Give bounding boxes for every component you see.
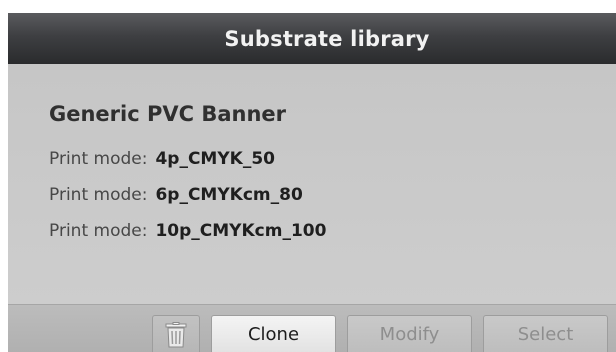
select-button[interactable]: Select xyxy=(483,315,608,352)
print-mode-value: 10p_CMYKcm_100 xyxy=(155,221,327,241)
title-bar: Substrate library xyxy=(8,13,616,64)
trash-icon xyxy=(165,321,187,347)
substrate-details: Generic PVC Banner Print mode: 4p_CMYK_50… xyxy=(8,64,616,304)
print-mode-label: Print mode: xyxy=(49,221,148,241)
modify-button[interactable]: Modify xyxy=(347,315,472,352)
clone-button[interactable]: Clone xyxy=(211,315,336,352)
substrate-library-screen: Substrate library Generic PVC Banner Pri… xyxy=(8,13,616,352)
action-bar: Clone Modify Select xyxy=(8,304,616,352)
print-mode-row: Print mode: 10p_CMYKcm_100 xyxy=(49,221,326,241)
print-mode-row: Print mode: 6p_CMYKcm_80 xyxy=(49,185,303,205)
print-mode-value: 6p_CMYKcm_80 xyxy=(155,185,303,205)
print-mode-label: Print mode: xyxy=(49,185,148,205)
substrate-name: Generic PVC Banner xyxy=(49,102,287,126)
print-mode-value: 4p_CMYK_50 xyxy=(155,149,275,169)
delete-button[interactable] xyxy=(152,315,200,352)
print-mode-row: Print mode: 4p_CMYK_50 xyxy=(49,149,275,169)
print-mode-label: Print mode: xyxy=(49,149,148,169)
page-title: Substrate library xyxy=(224,26,430,51)
